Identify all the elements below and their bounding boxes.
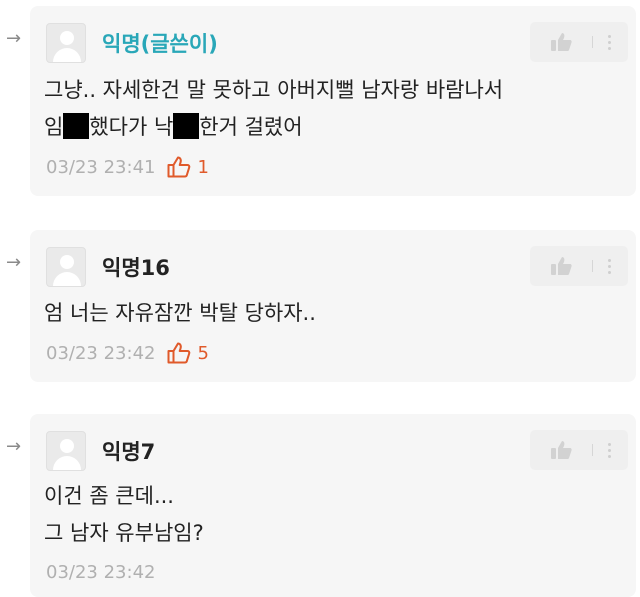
avatar — [46, 247, 86, 287]
comment-timestamp: 03/23 23:42 — [46, 342, 156, 364]
comment-author[interactable]: 익명7 — [102, 436, 155, 466]
reply-arrow-icon: → — [6, 252, 22, 273]
comment-text-part: 임 — [44, 115, 64, 139]
comment-text-line: 임 했다가 낙 한거 걸렸어 — [44, 109, 303, 146]
redaction-block — [173, 113, 200, 139]
comment-item: → 익명16 엄 너는 자유잠깐 박탈 당하자.. 03/23 23:42 5 — [0, 230, 640, 382]
comment-actions — [530, 430, 628, 470]
reply-arrow-icon: → — [6, 436, 22, 457]
comment-text-line: 엄 너는 자유잠깐 박탈 당하자.. — [44, 301, 316, 325]
comment-text-part: 했다가 낙 — [89, 115, 174, 139]
thumbs-up-icon[interactable] — [550, 32, 572, 52]
thumbs-up-icon[interactable] — [550, 440, 572, 460]
redaction-block — [63, 113, 90, 139]
comment-card: 익명16 엄 너는 자유잠깐 박탈 당하자.. 03/23 23:42 5 — [30, 230, 636, 382]
comment-meta: 03/23 23:42 — [46, 562, 155, 583]
like-count-button[interactable]: 5 — [167, 342, 209, 364]
comment-item: → 익명7 이건 좀 큰데... 그 남자 유부남임? 03/23 23:42 — [0, 414, 640, 597]
more-vertical-icon[interactable] — [608, 35, 611, 53]
comment-text-line: 그 남자 유부남임? — [44, 521, 204, 545]
comment-author[interactable]: 익명(글쓴이) — [102, 28, 218, 58]
avatar — [46, 431, 86, 471]
comment-meta: 03/23 23:42 5 — [46, 342, 209, 364]
reply-arrow-icon: → — [6, 28, 22, 49]
comment-timestamp: 03/23 23:41 — [46, 156, 156, 178]
like-count-button[interactable]: 1 — [167, 156, 209, 178]
comment-card: 익명7 이건 좀 큰데... 그 남자 유부남임? 03/23 23:42 — [30, 414, 636, 597]
more-vertical-icon[interactable] — [608, 443, 611, 461]
more-vertical-icon[interactable] — [608, 259, 611, 277]
thumbs-up-outline-icon — [167, 156, 191, 178]
comment-meta: 03/23 23:41 1 — [46, 156, 209, 178]
thumbs-up-outline-icon — [167, 342, 191, 364]
comment-actions — [530, 22, 628, 62]
comment-text-part: 한거 걸렸어 — [199, 115, 303, 139]
comment-author[interactable]: 익명16 — [102, 252, 170, 282]
comment-timestamp: 03/23 23:42 — [46, 562, 156, 583]
comment-item: → 익명(글쓴이) 그냥.. 자세한건 말 못하고 아버지뻘 남자랑 바람나서 … — [0, 6, 640, 196]
thumbs-up-icon[interactable] — [550, 256, 572, 276]
comment-text-line: 그냥.. 자세한건 말 못하고 아버지뻘 남자랑 바람나서 — [44, 78, 504, 102]
like-count: 5 — [197, 342, 209, 364]
avatar — [46, 23, 86, 63]
like-count: 1 — [197, 156, 209, 178]
comment-actions — [530, 246, 628, 286]
comment-card: 익명(글쓴이) 그냥.. 자세한건 말 못하고 아버지뻘 남자랑 바람나서 임 했… — [30, 6, 636, 196]
comment-text-line: 이건 좀 큰데... — [44, 484, 174, 508]
